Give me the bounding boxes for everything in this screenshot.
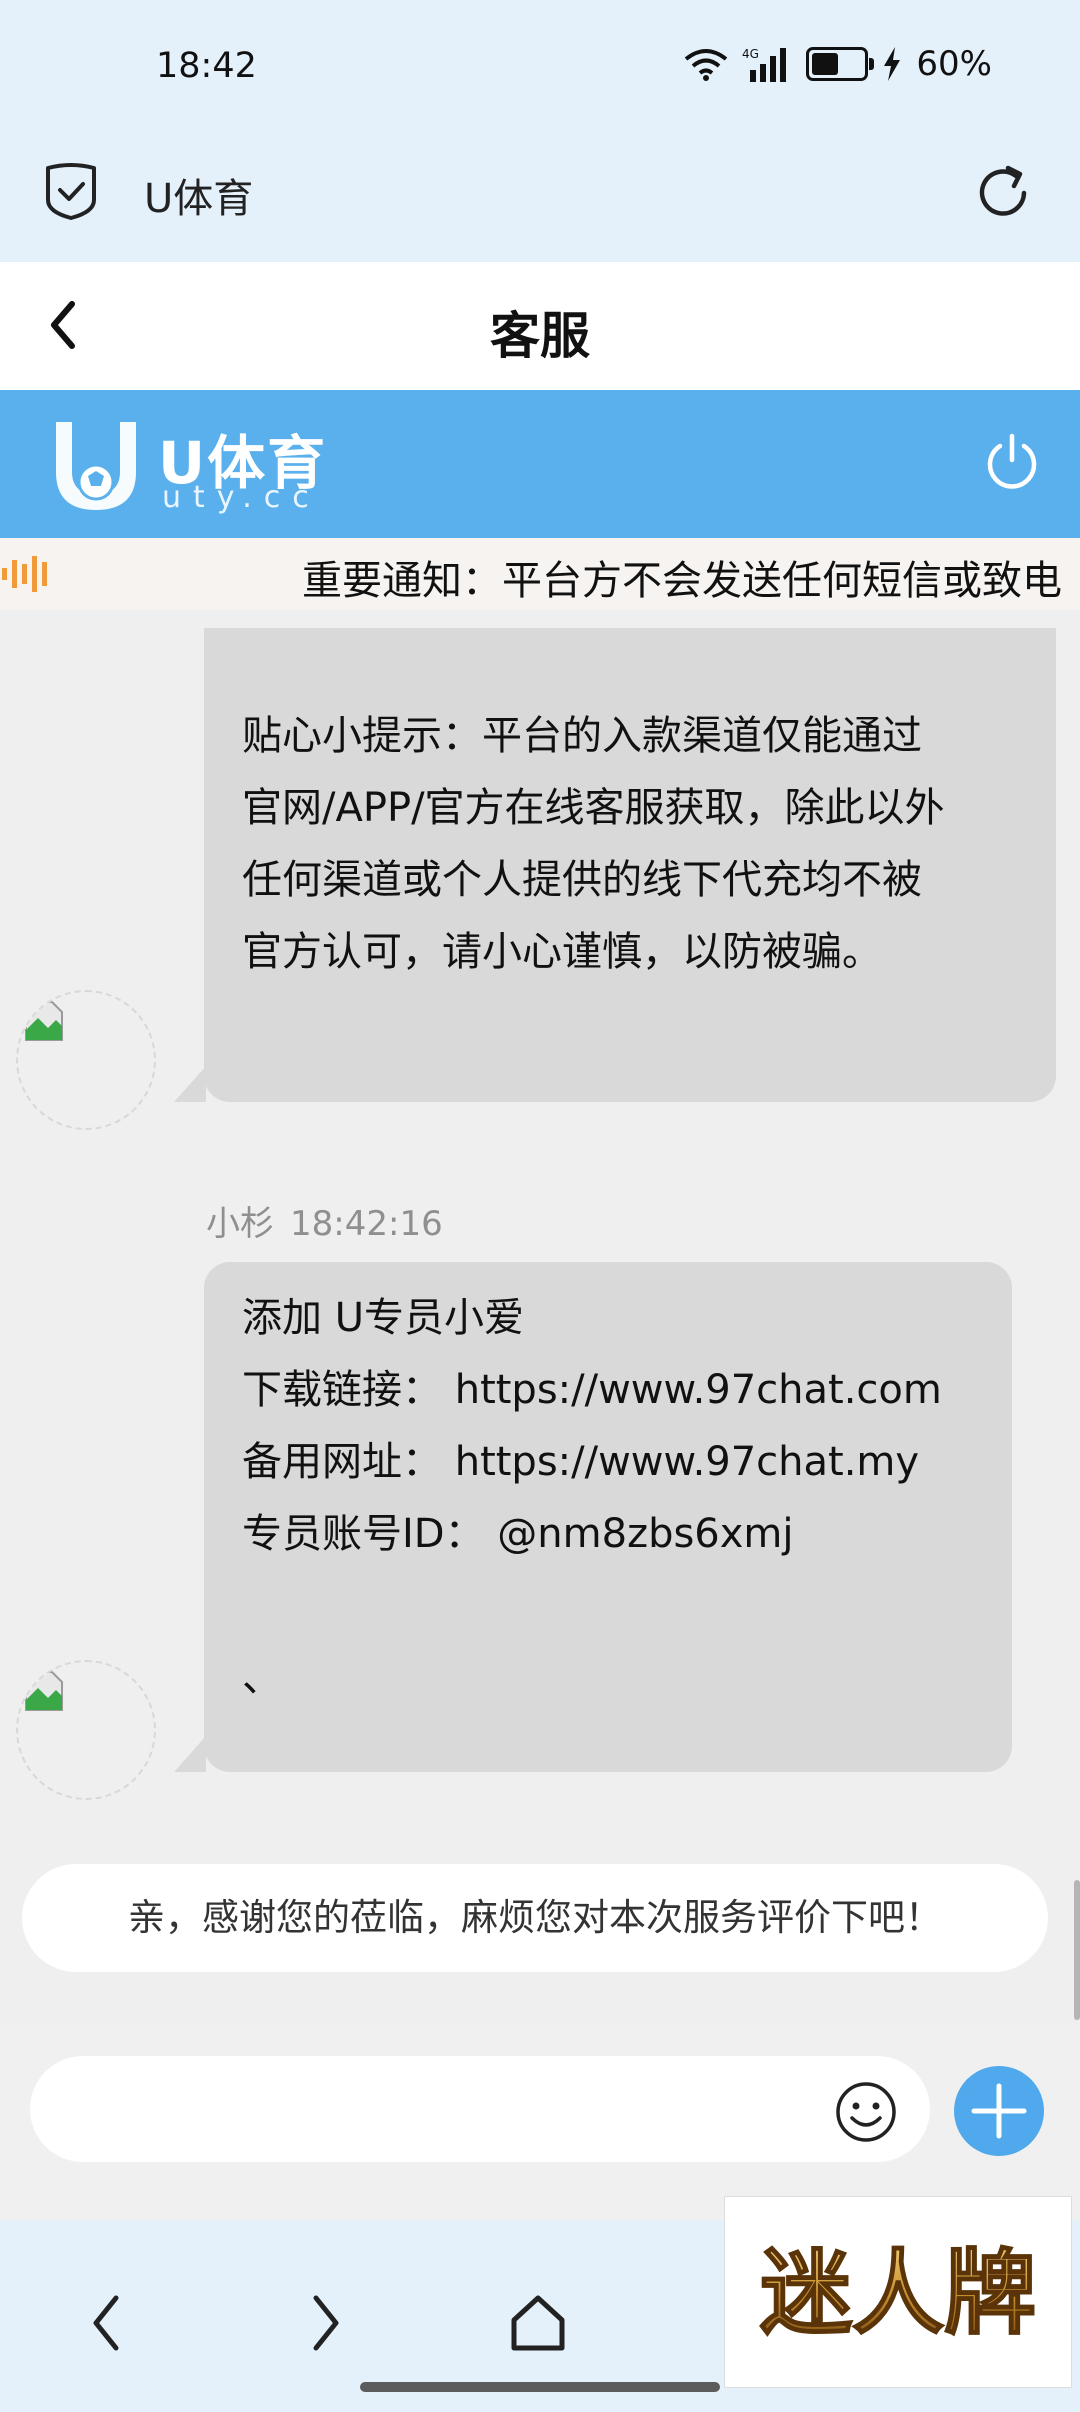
brand-bar: U体育 uty.cc	[0, 390, 1080, 538]
cellular-signal-icon: 4G	[742, 47, 787, 82]
agent-account-id: 专员账号ID： @nm8zbs6xmj	[242, 1511, 794, 1557]
add-button[interactable]	[954, 2066, 1044, 2156]
home-icon[interactable]	[508, 2290, 568, 2356]
network-type: 4G	[742, 47, 759, 61]
agent-avatar	[16, 1660, 156, 1800]
message-line: 贴心小提示：平台的入款渠道仅能通过	[242, 713, 922, 759]
reload-icon[interactable]	[970, 160, 1036, 226]
watermark-text: 迷人牌	[760, 2240, 1036, 2347]
charging-bolt-icon	[884, 47, 901, 81]
gesture-bar[interactable]	[360, 2382, 720, 2392]
status-icons: 4G 60%	[684, 44, 992, 84]
message-composer	[0, 2026, 1080, 2220]
announcement-sound-icon	[2, 556, 47, 592]
backup-link[interactable]: 备用网址： https://www.97chat.my	[242, 1426, 974, 1498]
download-link[interactable]: 下载链接： https://www.97chat.com	[242, 1354, 974, 1426]
browser-page-title: U体育	[144, 176, 254, 222]
bubble-tail	[174, 1066, 206, 1102]
shield-check-icon[interactable]	[42, 160, 100, 222]
message-line: 官网/APP/官方在线客服获取，除此以外	[242, 785, 945, 831]
wifi-icon	[685, 49, 728, 81]
watermark-logo: 迷人牌	[724, 2196, 1072, 2388]
watermark-image: 迷人牌	[759, 2239, 1037, 2348]
brand-logo-icon	[56, 422, 136, 510]
sender-name: 小杉	[206, 1204, 274, 1244]
brand-url: uty.cc	[162, 480, 321, 515]
bubble-tail	[174, 1736, 206, 1772]
broken-image-icon	[25, 1001, 63, 1041]
message-meta: 小杉 18:42:16	[206, 1196, 443, 1245]
scrollbar[interactable]	[1074, 1880, 1080, 2020]
message-line: 任何渠道或个人提供的线下代充均不被	[242, 857, 922, 903]
broken-image-icon	[25, 1671, 63, 1711]
battery-percent: 60%	[916, 44, 992, 84]
status-time: 18:42	[156, 46, 257, 86]
message-line	[242, 1570, 974, 1642]
message-line: 官方认可，请小心谨慎，以防被骗。	[242, 929, 882, 975]
message-time: 18:42:16	[290, 1204, 443, 1244]
notice-bar: 重要通知：平台方不会发送任何短信或致电	[0, 538, 1080, 610]
message-bubble: 添加 U专员小爱 下载链接： https://www.97chat.com 备用…	[174, 1262, 1012, 1772]
power-icon[interactable]	[982, 430, 1042, 494]
page-header: 客服	[0, 262, 1080, 390]
page-title: 客服	[490, 307, 590, 365]
nav-forward-icon[interactable]	[294, 2290, 354, 2356]
emoji-icon[interactable]	[834, 2080, 898, 2144]
plus-icon	[971, 2083, 1027, 2139]
agent-avatar	[16, 990, 156, 1130]
rating-prompt[interactable]: 亲，感谢您的莅临，麻烦您对本次服务评价下吧！	[22, 1864, 1048, 1972]
notice-text: 重要通知：平台方不会发送任何短信或致电	[302, 558, 1062, 604]
top-bar: 18:42 4G 60% U体育	[0, 0, 1080, 262]
message-line: 、	[242, 1655, 282, 1701]
nav-back-icon[interactable]	[78, 2290, 138, 2356]
battery-icon	[806, 47, 875, 81]
message-input[interactable]	[30, 2056, 930, 2162]
message-line: 添加 U专员小爱	[242, 1295, 524, 1341]
message-bubble: 贴心小提示：平台的入款渠道仅能通过 官网/APP/官方在线客服获取，除此以外 任…	[174, 628, 1056, 1102]
